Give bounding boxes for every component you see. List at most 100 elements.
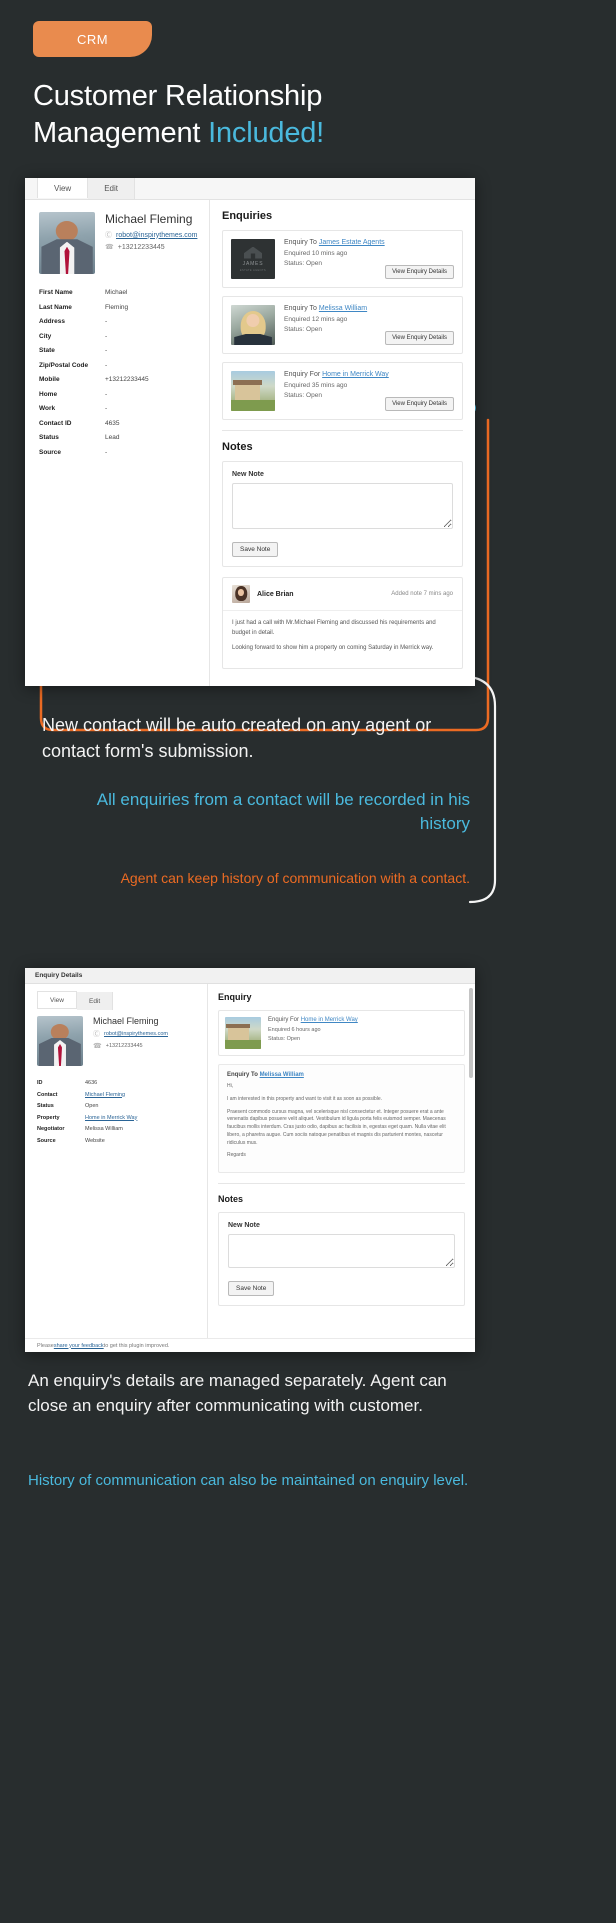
contact-field-value: - <box>105 390 108 398</box>
contact-field-row: Contact ID 4635 <box>39 417 199 432</box>
enquiry-status: Status: Open <box>284 326 322 333</box>
enquiry-field-value-link[interactable]: Michael Fleming <box>85 1092 125 1098</box>
enquiry-message-paragraph: Regards <box>227 1152 246 1159</box>
enquiry-contact-email-link[interactable]: robot@inspirythemes.com <box>104 1031 168 1037</box>
contact-avatar <box>39 212 95 274</box>
contact-fields-list: First Name Michael Last Name Fleming Address… <box>39 286 199 460</box>
property-thumbnail-icon <box>225 1017 261 1049</box>
tab-view[interactable]: View <box>37 178 89 198</box>
contact-field-value: - <box>105 405 108 412</box>
enquiry-message-paragraph: Hi, <box>227 1083 234 1089</box>
new-note-input[interactable] <box>232 483 453 529</box>
phone-icon: ☎ <box>93 1043 102 1050</box>
enquiry-field-row: Negotiator Melissa William <box>37 1124 199 1136</box>
new-note-box: New Note Save Note <box>222 461 463 567</box>
enquiry-field-label: Negotiator <box>37 1126 65 1132</box>
heading-line-2: Management <box>33 117 209 149</box>
callout-enquiries-history: All enquiries from a contact will be rec… <box>96 790 470 833</box>
contact-field-value: - <box>105 347 108 354</box>
enquiry-field-value[interactable]: Michael Fleming <box>85 1092 125 1099</box>
contact-field-label: State <box>39 347 55 354</box>
shot2-new-note-input[interactable] <box>228 1234 455 1268</box>
section-divider <box>222 430 463 431</box>
enquiry-target-link[interactable]: Melissa William <box>319 305 367 312</box>
new-note-label: New Note <box>232 471 264 478</box>
contact-phone-row: ☎ +13212233445 <box>105 243 197 252</box>
contact-field-label: Mobile <box>39 376 60 383</box>
scrollbar-thumb[interactable] <box>469 988 473 1078</box>
contact-phone: +13212233445 <box>117 243 165 251</box>
enquiry-summary-title: Enquiry For Home in Merrick Way <box>268 1017 458 1023</box>
shot2-tab-edit[interactable]: Edit <box>76 992 114 1010</box>
enquiry-message-to-link[interactable]: Melissa William <box>260 1072 304 1078</box>
shot2-section-divider <box>218 1183 465 1184</box>
enquiry-summary-link[interactable]: Home in Merrick Way <box>301 1017 358 1023</box>
contact-field-value: +13212233445 <box>105 376 149 383</box>
crm-badge: CRM <box>33 21 152 57</box>
feedback-link[interactable]: share your feedback <box>54 1343 104 1349</box>
enquiry-card: JAMES ESTATE AGENTS Enquiry To James Estat… <box>222 230 463 288</box>
property-photo <box>231 371 275 411</box>
enquiry-summary-prefix: Enquiry For <box>268 1017 301 1023</box>
view-enquiry-details-button[interactable]: View Enquiry Details <box>385 331 454 345</box>
shot2-tab-view[interactable]: View <box>37 991 77 1009</box>
tab-edit[interactable]: Edit <box>88 178 135 199</box>
note-timestamp: Added note 7 mins ago <box>391 591 453 597</box>
contact-field-value: - <box>105 318 108 325</box>
note-paragraph: Looking forward to show him a property o… <box>232 645 434 652</box>
shot2-save-note-button[interactable]: Save Note <box>228 1281 275 1296</box>
contact-field-label: Status <box>39 434 59 441</box>
enquiry-title-prefix: Enquiry To <box>284 305 319 312</box>
crm-badge-label: CRM <box>76 31 109 47</box>
enquiry-message-to: Enquiry To Melissa William <box>227 1072 456 1078</box>
enquiry-field-label: ID <box>37 1080 43 1086</box>
contact-detail-panel: Michael Fleming Ⓒ robot@inspirythemes.co… <box>25 200 210 686</box>
contact-field-row: Home - <box>39 388 199 403</box>
enquiry-field-label: Property <box>37 1114 60 1121</box>
contact-field-label: First Name <box>39 289 73 296</box>
enquiry-contact-avatar <box>37 1016 83 1066</box>
enquiry-summary-time: Enquired 6 hours ago <box>268 1027 321 1033</box>
enquiry-title-prefix: Enquiry To <box>284 239 319 246</box>
shot2-tab-edit-label: Edit <box>88 997 101 1005</box>
contact-field-label: Source <box>39 448 62 456</box>
note-author-avatar <box>232 585 250 603</box>
callout-enquiry-details: An enquiry's details are managed separat… <box>28 1371 447 1415</box>
enquiry-title: Enquiry To James Estate Agents <box>284 239 385 246</box>
enquiries-title: Enquiries <box>222 210 273 222</box>
contact-field-row: City - <box>39 330 199 345</box>
enquiry-field-value-link[interactable]: Home in Merrick Way <box>85 1115 137 1121</box>
shot2-window-title: Enquiry Details <box>25 968 475 984</box>
contact-field-label: Last Name <box>39 303 72 311</box>
view-enquiry-details-button[interactable]: View Enquiry Details <box>385 265 454 279</box>
save-note-button[interactable]: Save Note <box>232 542 279 557</box>
enquiry-message-to-prefix: Enquiry To <box>227 1072 260 1078</box>
contact-field-row: Last Name Fleming <box>39 301 199 316</box>
enquiry-fields-list: ID 4636 Contact Michael Fleming Status Open Pr… <box>37 1078 199 1147</box>
contact-field-value: 4635 <box>105 419 120 427</box>
shot2-new-note-label: New Note <box>228 1222 260 1229</box>
shot2-notes-title: Notes <box>218 1194 244 1204</box>
enquiry-field-value: Melissa William <box>85 1126 123 1132</box>
enquiry-field-value: Open <box>85 1103 99 1109</box>
enquiry-title: Enquiry To Melissa William <box>284 305 376 312</box>
note-author-name: Alice Brian <box>257 590 294 598</box>
enquiry-summary-status: Status: Open <box>268 1036 301 1042</box>
enquiry-message-paragraph: Praesent commodo cursus magna, vel scele… <box>227 1108 446 1146</box>
contact-email-link[interactable]: robot@inspirythemes.com <box>116 232 197 239</box>
enquiry-field-row: ID 4636 <box>37 1078 199 1090</box>
enquiry-target-link[interactable]: James Estate Agents <box>319 239 385 246</box>
enquiries-list: JAMES ESTATE AGENTS Enquiry To James Estat… <box>222 230 463 420</box>
enquiry-field-value[interactable]: Home in Merrick Way <box>85 1115 137 1122</box>
at-icon: Ⓒ <box>93 1031 100 1038</box>
callout-communication-history: Agent can keep history of communication … <box>120 870 470 886</box>
contact-field-label: Work <box>39 405 56 412</box>
heading-line-1: Customer Relationship <box>33 80 323 112</box>
enquiry-card: Enquiry For Home in Merrick Way Enquired … <box>222 362 463 420</box>
note-body: I just had a call with Mr.Michael Flemin… <box>223 611 462 668</box>
enquiry-time: Enquired 35 mins ago <box>284 382 348 389</box>
enquiry-target-link[interactable]: Home in Merrick Way <box>322 371 389 378</box>
view-enquiry-details-button[interactable]: View Enquiry Details <box>385 397 454 411</box>
note-paragraph: I just had a call with Mr.Michael Flemin… <box>232 620 436 636</box>
shot1-tabbar: View Edit <box>25 178 475 200</box>
